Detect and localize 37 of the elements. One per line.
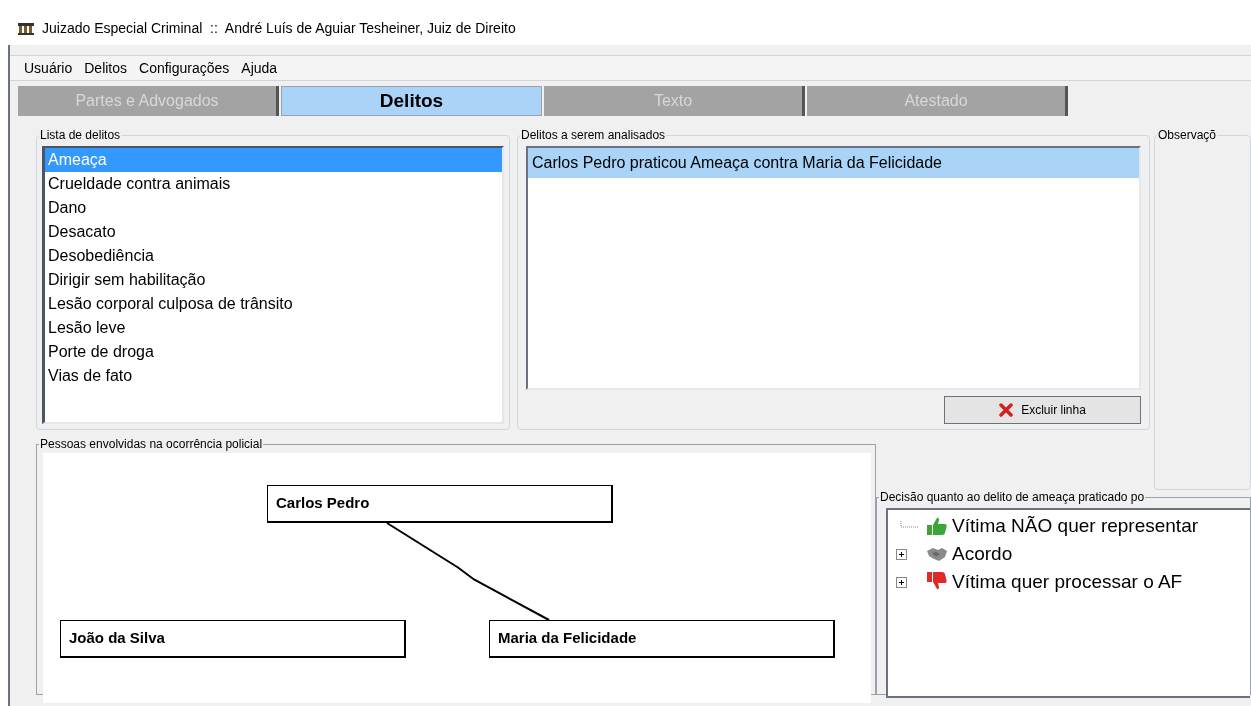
- menu-item[interactable]: Ajuda: [241, 57, 278, 79]
- menu-item[interactable]: Delitos: [84, 57, 128, 79]
- tree-item[interactable]: Vítima quer processar o AF: [952, 567, 1183, 597]
- group-title: Pessoas envolvidas na ocorrência policial: [39, 437, 264, 451]
- app-icon: [18, 22, 34, 35]
- person-node[interactable]: João da Silva: [60, 620, 406, 658]
- group-title: Observaçõ: [1157, 128, 1218, 142]
- decision-tree[interactable]: Vítima NÃO quer representar Acordo Vítima quer processar o AF: [886, 508, 1250, 698]
- handshake-icon: [926, 545, 948, 563]
- person-node[interactable]: Maria da Felicidade: [489, 620, 835, 658]
- list-item[interactable]: Dano: [45, 196, 502, 220]
- analysis-listbox[interactable]: Carlos Pedro praticou Ameaça contra Maria da Felicidade: [526, 146, 1141, 390]
- list-item[interactable]: Crueldade contra animais: [45, 172, 502, 196]
- list-item[interactable]: Lesão corporal culposa de trânsito: [45, 292, 502, 316]
- tree-item[interactable]: Vítima NÃO quer representar: [952, 511, 1199, 541]
- list-item[interactable]: Porte de droga: [45, 340, 502, 364]
- menu-item[interactable]: Configurações: [139, 57, 230, 79]
- list-item[interactable]: Carlos Pedro praticou Ameaça contra Maria da Felicidade: [528, 148, 1139, 178]
- thumbs-up-icon: [926, 516, 948, 536]
- list-item[interactable]: Vias de fato: [45, 364, 502, 388]
- list-item[interactable]: Desacato: [45, 220, 502, 244]
- group-title: Delitos a serem analisados: [520, 128, 667, 142]
- list-item[interactable]: Dirigir sem habilitação: [45, 268, 502, 292]
- expand-icon[interactable]: [896, 576, 907, 588]
- window-title: Juizado Especial Criminal :: André Luís de Aguiar Tesheiner, Juiz de Direito: [42, 19, 516, 38]
- group-title: Lista de delitos: [39, 128, 122, 142]
- offense-listbox[interactable]: Ameaça Crueldade contra animais Dano Desacato Desobediência Dirigir sem habilitação Lesão corporal culposa de trânsito Lesão leve Porte de droga Vias de fato: [42, 146, 504, 424]
- delete-icon: [999, 403, 1014, 417]
- list-item[interactable]: Desobediência: [45, 244, 502, 268]
- list-item[interactable]: Lesão leve: [45, 316, 502, 340]
- tree-item[interactable]: Acordo: [952, 539, 1013, 569]
- person-node[interactable]: Carlos Pedro: [267, 485, 613, 523]
- expand-icon[interactable]: [896, 548, 907, 560]
- delete-row-button[interactable]: Excluir linha: [944, 396, 1141, 424]
- tab[interactable]: Delitos: [281, 86, 542, 116]
- group-title: Decisão quanto ao delito de ameaça praticado po: [879, 490, 1146, 504]
- menu-item[interactable]: Usuário: [24, 57, 73, 79]
